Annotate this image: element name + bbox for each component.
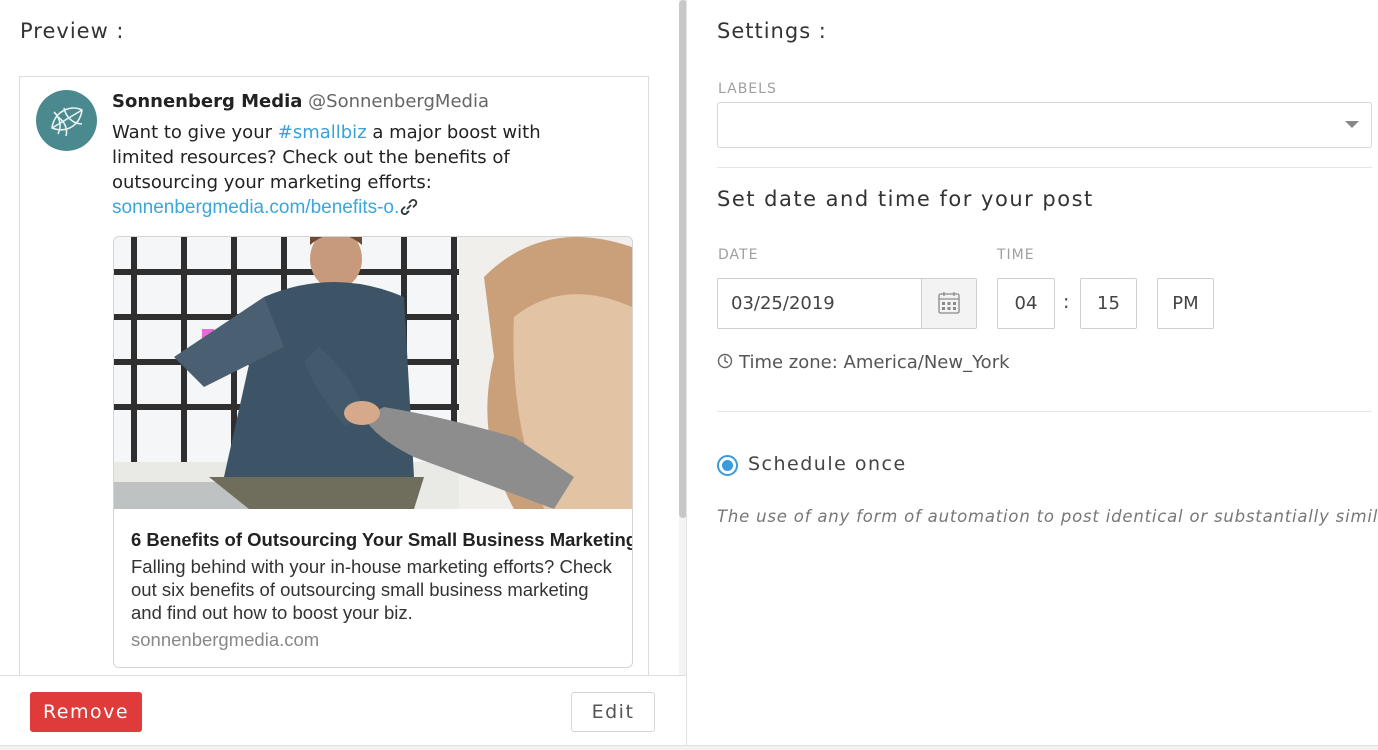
radio-selected-dot <box>722 460 733 471</box>
card-description: Falling behind with your in-house market… <box>131 556 612 623</box>
schedule-once-radio[interactable] <box>717 455 738 476</box>
tweet-text: Want to give your #smallbiz a major boos… <box>112 120 582 195</box>
remove-button[interactable]: Remove <box>30 692 142 732</box>
tweet-text-start: Want to give your <box>112 122 278 143</box>
card-domain: sonnenbergmedia.com <box>131 629 320 650</box>
preview-panel: Preview : Sonnenberg Media @SonnenbergMe… <box>0 0 686 750</box>
minute-input[interactable] <box>1080 278 1137 329</box>
tweet-preview-card: Sonnenberg Media @SonnenbergMedia Want t… <box>19 76 649 676</box>
author-handle: @SonnenbergMedia <box>308 91 489 112</box>
calendar-button[interactable] <box>921 279 976 328</box>
link-preview-card[interactable]: 6 Benefits of Outsourcing Your Small Bus… <box>113 236 633 668</box>
bottom-edge <box>0 745 1378 750</box>
handshake-photo <box>114 237 632 509</box>
clock-icon <box>717 353 733 369</box>
labels-label: LABELS <box>718 81 777 97</box>
time-separator: : <box>1063 291 1070 313</box>
date-field <box>717 278 977 329</box>
link-icon[interactable] <box>399 197 419 217</box>
datetime-heading: Set date and time for your post <box>717 187 1094 211</box>
section-divider <box>717 411 1372 412</box>
automation-disclaimer: The use of any form of automation to pos… <box>717 507 1378 526</box>
settings-title: Settings : <box>717 19 827 43</box>
author-name: Sonnenberg Media <box>112 91 303 112</box>
section-divider <box>717 167 1372 168</box>
leaf-logo-icon <box>51 107 83 137</box>
hour-input[interactable] <box>997 278 1055 329</box>
caret-down-icon[interactable] <box>1345 121 1359 128</box>
timezone-info: Time zone: America/New_York <box>717 352 1010 373</box>
avatar <box>36 90 97 151</box>
edit-button[interactable]: Edit <box>571 692 655 732</box>
tweet-url-link[interactable]: sonnenbergmedia.com/benefits-o... <box>112 197 410 219</box>
timezone-text: Time zone: America/New_York <box>739 352 1010 373</box>
preview-footer: Remove Edit <box>0 675 686 750</box>
schedule-once-label[interactable]: Schedule once <box>748 453 907 475</box>
hashtag-link[interactable]: #smallbiz <box>278 122 367 143</box>
card-image <box>114 237 632 509</box>
card-title: 6 Benefits of Outsourcing Your Small Bus… <box>131 529 633 550</box>
preview-title: Preview : <box>20 19 125 43</box>
settings-panel: Settings : LABELS Set date and time for … <box>687 0 1378 750</box>
calendar-icon <box>938 292 960 314</box>
date-input[interactable] <box>718 279 923 328</box>
time-label: TIME <box>997 247 1035 263</box>
date-label: DATE <box>718 247 759 263</box>
labels-select[interactable] <box>717 102 1372 148</box>
ampm-select[interactable]: PM <box>1157 278 1214 329</box>
tweet-author: Sonnenberg Media @SonnenbergMedia <box>112 91 489 112</box>
